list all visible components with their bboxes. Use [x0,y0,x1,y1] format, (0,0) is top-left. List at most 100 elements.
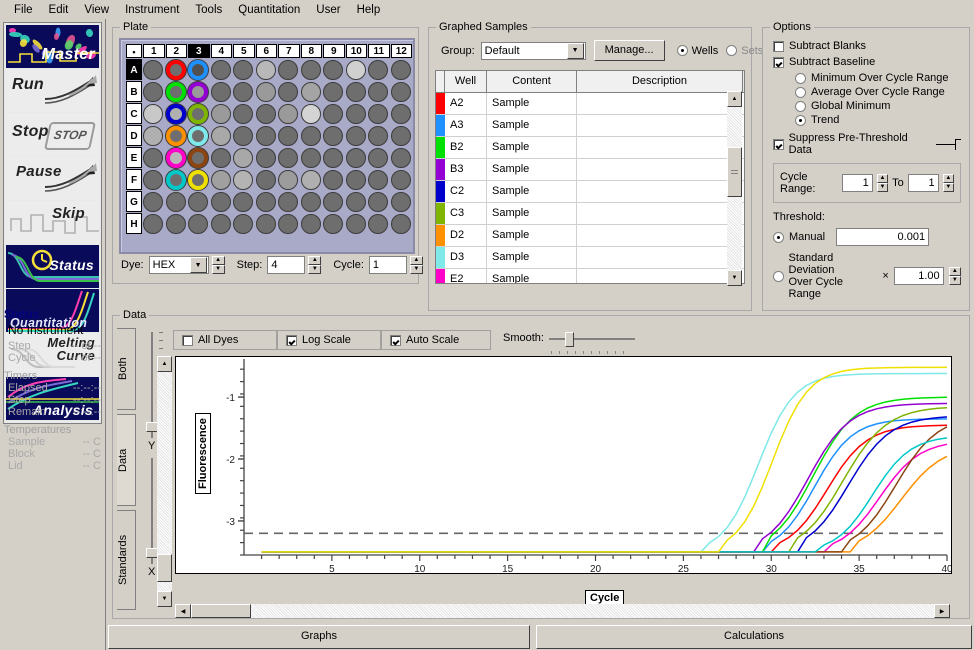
table-row[interactable]: D3 Sample [436,247,744,269]
rail-button-master[interactable]: Master [6,25,99,68]
plate-well-D7[interactable] [278,125,299,146]
rail-button-skip[interactable]: Skip [6,201,99,244]
row-description[interactable] [577,159,743,180]
threshold-manual-input[interactable]: 0.001 [836,228,930,246]
plate-column-header-7[interactable]: 7 [278,44,300,58]
plate-well-F1[interactable] [143,169,164,190]
plate-well-C8[interactable] [300,103,321,124]
baseline-mode-radio[interactable] [795,72,806,84]
menu-item-file[interactable]: File [6,2,41,18]
plate-well-H2[interactable] [165,213,186,234]
plate-well-D1[interactable] [143,125,164,146]
plate-well-G5[interactable] [233,191,254,212]
plate-well-H6[interactable] [255,213,276,234]
step-input[interactable]: 4 [267,256,306,274]
scroll-thumb[interactable] [727,147,742,197]
cycle-input[interactable]: 1 [368,256,407,274]
samples-scrollbar[interactable]: ▲ ▼ [727,91,742,286]
plate-well-F3[interactable] [188,169,209,190]
menu-item-quantitation[interactable]: Quantitation [230,2,308,18]
plate-column-header-8[interactable]: 8 [300,44,322,58]
plate-well-B1[interactable] [143,81,164,102]
plate-column-header-9[interactable]: 9 [323,44,345,58]
table-row[interactable]: A3 Sample [436,115,744,137]
suppress-row[interactable]: Suppress Pre-Threshold Data [773,132,962,156]
menu-item-instrument[interactable]: Instrument [117,2,187,18]
plate-column-header-4[interactable]: 4 [210,44,232,58]
plate-well-G9[interactable] [323,191,344,212]
plate-well-A12[interactable] [390,59,411,80]
graphed-samples-table[interactable]: Well Content Description A2 Sample A3 Sample B… [435,70,745,284]
plate-row-header-A[interactable]: A [126,59,142,80]
plate-well-E3[interactable] [188,147,209,168]
chart-scroll-down-arrow-icon[interactable]: ▼ [157,591,172,607]
row-description[interactable] [577,247,743,268]
plate-well-E8[interactable] [300,147,321,168]
plate-well-A6[interactable] [255,59,276,80]
plate-well-H11[interactable] [368,213,389,234]
plate-map[interactable]: • 1 2 3 4 5 6 7 8 9 10 11 12 A B C D E F G H [119,38,415,254]
plate-well-F8[interactable] [300,169,321,190]
plate-well-B3[interactable] [188,81,209,102]
plate-column-header-1[interactable]: 1 [143,44,165,58]
plate-well-C9[interactable] [323,103,344,124]
bottom-tab-graphs[interactable]: Graphs [108,625,530,649]
cycle-range-from-input[interactable]: 1 [841,174,873,192]
dye-stepper[interactable]: ▲ ▼ [211,256,225,274]
row-description[interactable] [577,203,743,224]
plate-well-B10[interactable] [345,81,366,102]
plate-well-D5[interactable] [233,125,254,146]
baseline-mode-row[interactable]: Average Over Cycle Range [795,86,961,98]
plate-well-H8[interactable] [300,213,321,234]
plate-well-G7[interactable] [278,191,299,212]
plate-well-B5[interactable] [233,81,254,102]
threshold-sd-input[interactable]: 1.00 [893,267,944,285]
plate-column-header-5[interactable]: 5 [233,44,255,58]
plate-well-E2[interactable] [165,147,186,168]
view-tab-data[interactable]: Data [117,414,136,506]
plate-well-D3[interactable] [188,125,209,146]
smooth-slider[interactable] [548,331,635,366]
plate-well-F7[interactable] [278,169,299,190]
plate-well-D8[interactable] [300,125,321,146]
plate-well-G2[interactable] [165,191,186,212]
chart-hscroll-thumb[interactable] [191,604,251,618]
row-description[interactable] [577,137,743,158]
step-stepper[interactable]: ▲ ▼ [308,256,322,274]
plate-corner-header[interactable]: • [126,44,142,58]
plate-well-C12[interactable] [390,103,411,124]
plate-column-header-3[interactable]: 3 [188,44,210,58]
plate-well-F11[interactable] [368,169,389,190]
plate-well-F5[interactable] [233,169,254,190]
plate-well-B9[interactable] [323,81,344,102]
plate-well-G3[interactable] [188,191,209,212]
plate-well-D6[interactable] [255,125,276,146]
row-description[interactable] [577,269,743,283]
plate-well-D11[interactable] [368,125,389,146]
plate-well-H4[interactable] [210,213,231,234]
plate-well-G4[interactable] [210,191,231,212]
fluorescence-chart[interactable]: -1 -2 -3 5 10 15 20 25 30 35 40 [175,356,953,575]
plate-row-header-F[interactable]: F [126,169,142,190]
plate-column-header-11[interactable]: 11 [368,44,390,58]
plate-well-C3[interactable] [188,103,209,124]
plate-well-A8[interactable] [300,59,321,80]
row-description[interactable] [577,115,743,136]
plate-well-A3[interactable] [188,59,209,80]
plate-well-H10[interactable] [345,213,366,234]
plate-well-D10[interactable] [345,125,366,146]
plate-well-F6[interactable] [255,169,276,190]
cycle-range-from-stepper[interactable]: ▲ ▼ [876,174,889,192]
plate-well-H5[interactable] [233,213,254,234]
threshold-manual-radio[interactable] [773,231,784,243]
table-row[interactable]: E2 Sample [436,269,744,283]
subtract-blanks-row[interactable]: Subtract Blanks [773,40,961,52]
plate-well-G8[interactable] [300,191,321,212]
rail-button-stop[interactable]: STOP Stop [6,113,99,156]
dye-select[interactable]: HEX ▼ [148,256,209,274]
plate-well-C2[interactable] [165,103,186,124]
table-row[interactable]: C2 Sample [436,181,744,203]
chart-scroll-right-arrow-icon[interactable]: ▶ [934,604,950,618]
plate-well-C5[interactable] [233,103,254,124]
plate-column-header-12[interactable]: 12 [390,44,412,58]
